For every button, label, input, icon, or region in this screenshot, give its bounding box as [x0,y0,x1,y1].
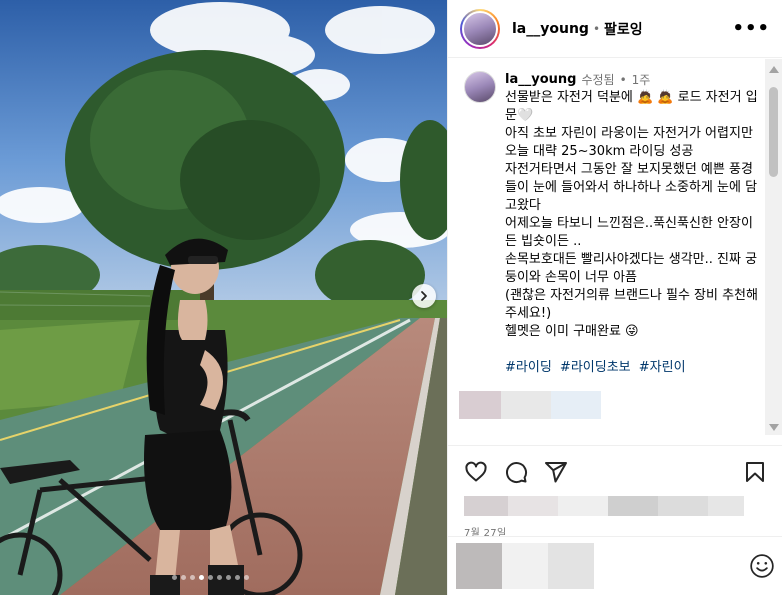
following-button[interactable]: 팔로잉 [604,19,643,39]
carousel-dot [181,575,186,580]
blurred-comment [459,391,764,419]
scroll-down-arrow[interactable] [769,424,779,431]
likes-summary [464,496,767,516]
post-image [0,0,447,595]
post-panel: la__young • 팔로잉 ••• la__young 수정됨 • 1주 선… [447,0,782,595]
caption-avatar[interactable] [464,71,496,103]
carousel-dot [190,575,195,580]
hashtag-link[interactable]: #라이딩 [505,360,552,375]
hashtag-link[interactable]: #라이딩초보 [560,360,631,375]
time-separator: • [619,73,627,87]
post-photo [0,0,447,595]
header-separator: • [592,21,601,36]
add-comment-bar [448,536,782,595]
scroll-thumb[interactable] [769,87,778,177]
comments-section: la__young 수정됨 • 1주 선물받은 자전거 덕분에 🙇 🙇 로드 자… [448,59,764,445]
emoji-icon[interactable] [749,553,775,579]
carousel-indicator [172,575,249,580]
carousel-dot [217,575,222,580]
avatar[interactable] [460,8,500,49]
comments-scrollbar[interactable] [765,59,782,435]
more-options-button[interactable]: ••• [732,18,770,39]
heart-icon[interactable] [464,460,488,484]
carousel-dot [226,575,231,580]
post-actions: 7월 27일 [448,445,782,539]
carousel-dot [199,575,204,580]
caption-username[interactable]: la__young [505,71,576,89]
hashtag-link[interactable]: #자린이 [639,360,686,375]
scroll-up-arrow[interactable] [769,66,779,73]
post-header: la__young • 팔로잉 ••• [448,0,782,58]
header-username[interactable]: la__young [512,21,589,37]
carousel-dot [244,575,249,580]
hashtags: #라이딩 #라이딩초보 #자린이 [505,359,764,377]
bookmark-icon[interactable] [743,460,767,484]
caption-text: 선물받은 자전거 덕분에 🙇 🙇 로드 자전거 입문🤍 아직 초보 자린이 라웅… [505,90,758,339]
comment-input[interactable] [456,543,594,589]
post-time[interactable]: 1주 [632,71,651,89]
carousel-dot [235,575,240,580]
carousel-dot [172,575,177,580]
send-icon[interactable] [544,460,568,484]
caption: la__young 수정됨 • 1주 선물받은 자전거 덕분에 🙇 🙇 로드 자… [464,71,764,377]
chevron-right-icon [421,291,427,301]
comment-icon[interactable] [504,460,528,484]
edited-label: 수정됨 [581,73,615,87]
next-photo-button[interactable] [412,284,436,308]
carousel-dot [208,575,213,580]
